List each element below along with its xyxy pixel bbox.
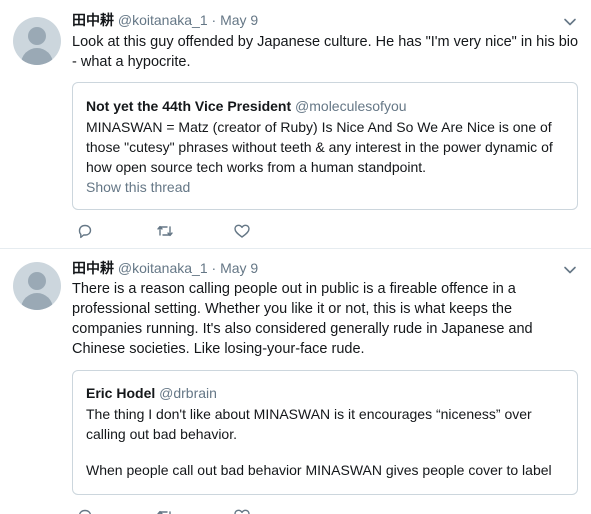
tweet-header: 田中耕 @koitanaka_1 · May 9 <box>72 11 258 29</box>
timestamp[interactable]: May 9 <box>220 12 258 28</box>
retweet-icon[interactable] <box>156 223 174 239</box>
reply-icon[interactable] <box>76 508 94 514</box>
handle[interactable]: @koitanaka_1 <box>118 12 208 28</box>
tweet-text: Look at this guy offended by Japanese cu… <box>72 34 579 70</box>
tweet-header: 田中耕 @koitanaka_1 · May 9 <box>72 259 258 277</box>
quoted-tweet-text: The thing I don't like about MINASWAN is… <box>86 406 532 442</box>
timestamp[interactable]: May 9 <box>220 260 258 276</box>
quoted-handle: @moleculesofyou <box>295 98 407 114</box>
quoted-handle: @drbrain <box>159 385 217 401</box>
tweet[interactable]: 田中耕 @koitanaka_1 · May 9 There is a reas… <box>0 249 591 514</box>
display-name[interactable]: 田中耕 <box>72 260 114 276</box>
retweet-icon[interactable] <box>156 508 174 514</box>
handle[interactable]: @koitanaka_1 <box>118 260 208 276</box>
like-icon[interactable] <box>233 508 251 514</box>
show-thread-link[interactable]: Show this thread <box>86 178 190 196</box>
avatar[interactable] <box>13 17 61 65</box>
quoted-tweet[interactable]: Not yet the 44th Vice President @molecul… <box>72 82 578 210</box>
reply-icon[interactable] <box>76 223 94 239</box>
avatar[interactable] <box>13 262 61 310</box>
quoted-tweet-header: Eric Hodel @drbrain <box>86 384 217 402</box>
quoted-tweet-header: Not yet the 44th Vice President @molecul… <box>86 97 407 115</box>
tweet[interactable]: 田中耕 @koitanaka_1 · May 9 Look at this gu… <box>0 0 591 249</box>
quoted-tweet-text-continued: When people call out bad behavior MINASW… <box>86 462 552 478</box>
quoted-tweet[interactable]: Eric Hodel @drbrain The thing I don't li… <box>72 370 578 495</box>
quoted-tweet-text: MINASWAN = Matz (creator of Ruby) Is Nic… <box>86 119 553 175</box>
like-icon[interactable] <box>233 223 251 239</box>
quoted-display-name: Eric Hodel <box>86 385 156 401</box>
tweet-text: There is a reason calling people out in … <box>72 281 533 357</box>
separator: · <box>211 12 217 28</box>
quoted-display-name: Not yet the 44th Vice President <box>86 98 292 114</box>
separator: · <box>211 260 217 276</box>
display-name[interactable]: 田中耕 <box>72 12 114 28</box>
chevron-down-icon[interactable] <box>563 15 577 29</box>
default-avatar-icon <box>28 272 46 290</box>
default-avatar-icon <box>28 27 46 45</box>
chevron-down-icon[interactable] <box>563 263 577 277</box>
